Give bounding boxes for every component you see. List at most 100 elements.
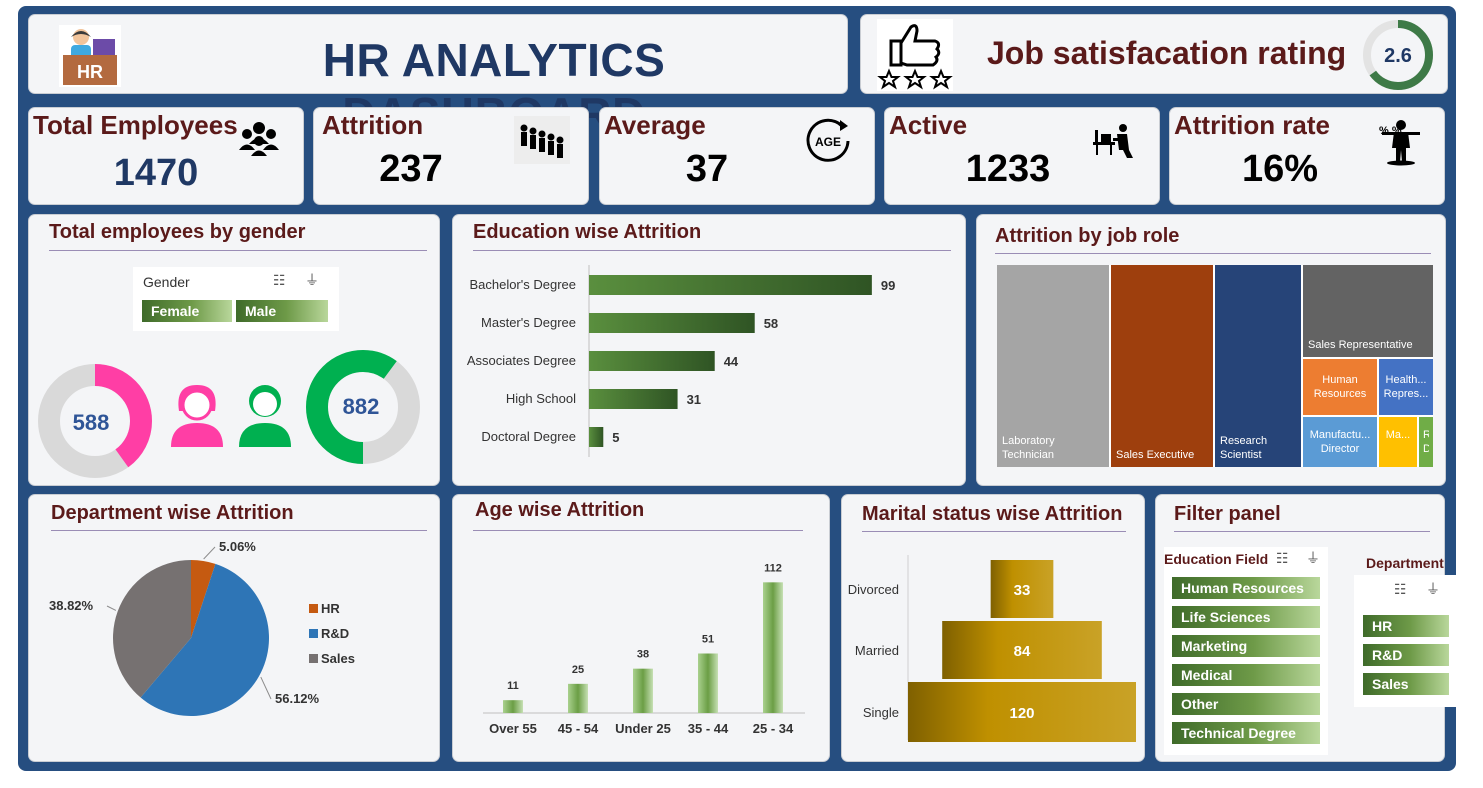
hr-logo-icon: HR [59, 25, 121, 87]
slicer-header: Gender [143, 274, 190, 290]
filter-option[interactable]: Medical [1172, 664, 1320, 686]
title-divider [862, 531, 1126, 532]
legend-label: HR [321, 601, 340, 616]
data-label: 58 [764, 316, 778, 331]
multi-select-icon[interactable]: ☷ [273, 272, 286, 289]
svg-text:AGE: AGE [815, 135, 841, 149]
clear-filter-icon[interactable]: ⏚ [305, 270, 319, 290]
education-bar [589, 351, 715, 371]
job-satisfaction-card: Job satisfacation rating 2.6 [860, 14, 1448, 94]
title-divider [995, 253, 1431, 254]
education-card: Education wise Attrition Bachelor's Degr… [452, 214, 966, 486]
job-satisfaction-label: Job satisfacation rating [987, 35, 1347, 71]
age-bar [568, 683, 588, 713]
department-card: Department wise Attrition 5.06% 56.12% 38.… [28, 494, 440, 762]
filter-option[interactable]: Technical Degree [1172, 722, 1320, 744]
leader-line [203, 546, 216, 560]
slicer-option-male[interactable]: Male [236, 300, 328, 322]
slicer-header: Education Field [1164, 551, 1269, 567]
kpi-attrition-rate: Attrition rate % % 16% [1169, 107, 1445, 205]
age-bar [698, 653, 718, 713]
category-label: 35 - 44 [688, 721, 729, 736]
leader-line [260, 676, 272, 700]
age-card: Age wise Attrition 11 Over 55 25 45 - 54 38 U… [452, 494, 830, 762]
treemap-tile: Ma... [1379, 417, 1417, 467]
section-title: Age wise Attrition [475, 499, 645, 521]
legend-swatch [309, 629, 318, 638]
data-label: 38 [637, 649, 649, 661]
treemap-label: Sales Executive [1116, 449, 1195, 461]
data-label: 51 [702, 634, 714, 646]
age-column-chart: 11 Over 55 25 45 - 54 38 Under 25 51 35 - 44 112… [483, 562, 805, 736]
filter-option[interactable]: Marketing [1172, 635, 1320, 657]
slicer-option-female[interactable]: Female [142, 300, 232, 322]
legend-swatch [309, 604, 318, 613]
data-label: 31 [687, 392, 701, 407]
filter-option[interactable]: Sales [1363, 673, 1449, 695]
education-bar [589, 389, 678, 409]
filter-option[interactable]: R&D [1363, 644, 1449, 666]
pie-data-label: 38.82% [49, 598, 94, 613]
category-label: 45 - 54 [558, 721, 599, 736]
kpi-label: Total Employees [33, 110, 238, 140]
legend-label: R&D [321, 626, 349, 641]
title-divider [49, 250, 427, 251]
treemap-tile: Human Resources [1303, 359, 1377, 415]
male-count: 882 [343, 394, 380, 419]
section-title: Attrition by job role [995, 225, 1180, 247]
filter-option[interactable]: HR [1363, 615, 1449, 637]
job-role-card: Attrition by job role Laboratory Technic… [976, 214, 1446, 486]
data-label: 84 [1014, 643, 1031, 660]
clear-filter-icon[interactable]: ⏚ [1426, 579, 1440, 599]
education-bar [589, 313, 755, 333]
category-label: Doctoral Degree [481, 429, 576, 444]
section-title: Department wise Attrition [51, 502, 294, 524]
kpi-label: Active [889, 110, 968, 140]
hr-logo: HR [59, 25, 121, 87]
category-label: High School [506, 391, 576, 406]
kpi-active: Active 1233 [884, 107, 1160, 205]
age-bar [763, 582, 783, 713]
clear-filter-icon[interactable]: ⏚ [1306, 548, 1320, 568]
legend-swatch [309, 654, 318, 663]
gender-card: Total employees by gender Gender ☷ ⏚ Fem… [28, 214, 440, 486]
kpi-attrition: Attrition 237 [313, 107, 589, 205]
data-label: 112 [764, 562, 782, 574]
satisfaction-value: 2.6 [1384, 45, 1412, 67]
female-donut: 588 [38, 364, 152, 478]
treemap-label: R... D... [1423, 429, 1429, 455]
filter-option[interactable]: Other [1172, 693, 1320, 715]
treemap-tile: Health... Repres... [1379, 359, 1433, 415]
education-field-slicer: Education Field ☷ ⏚ Human Resources Life… [1164, 547, 1328, 755]
filter-option[interactable]: Human Resources [1172, 577, 1320, 599]
multi-select-icon[interactable]: ☷ [1394, 581, 1407, 598]
section-title: Filter panel [1174, 503, 1281, 525]
treemap-tile: Laboratory Technician [997, 265, 1109, 467]
kpi-value: 37 [685, 148, 729, 190]
data-label: 5 [612, 430, 619, 445]
treemap-tile: Research Scientist [1215, 265, 1301, 467]
kpi-total-employees: Total Employees 1470 [28, 107, 304, 205]
age-bar [633, 668, 653, 713]
filter-option[interactable]: Life Sciences [1172, 606, 1320, 628]
treemap-tile: R... D... [1419, 417, 1433, 467]
category-label: Master's Degree [481, 315, 576, 330]
category-label: Under 25 [615, 721, 671, 736]
multi-select-icon[interactable]: ☷ [1276, 550, 1289, 567]
section-title: Education wise Attrition [473, 221, 702, 243]
treemap-label: Human Resources [1313, 374, 1367, 400]
title-divider [473, 250, 951, 251]
data-label: 44 [724, 354, 739, 369]
kpi-average-age: Average AGE 37 [599, 107, 875, 205]
satisfaction-ring: 2.6 [1363, 20, 1433, 90]
age-bar [503, 700, 523, 713]
category-label: Divorced [848, 582, 899, 597]
treemap-tile: Manufactu... Director [1303, 417, 1377, 467]
education-bar [589, 427, 604, 447]
treemap-label: Health... Repres... [1383, 374, 1429, 400]
section-title: Total employees by gender [49, 221, 306, 243]
marital-card: Marital status wise Attrition 33 Divorced… [841, 494, 1145, 762]
category-label: Over 55 [489, 721, 537, 736]
marital-funnel-chart: 33 Divorced 84 Married 120 Single [848, 555, 1136, 742]
leader-line [106, 605, 117, 611]
